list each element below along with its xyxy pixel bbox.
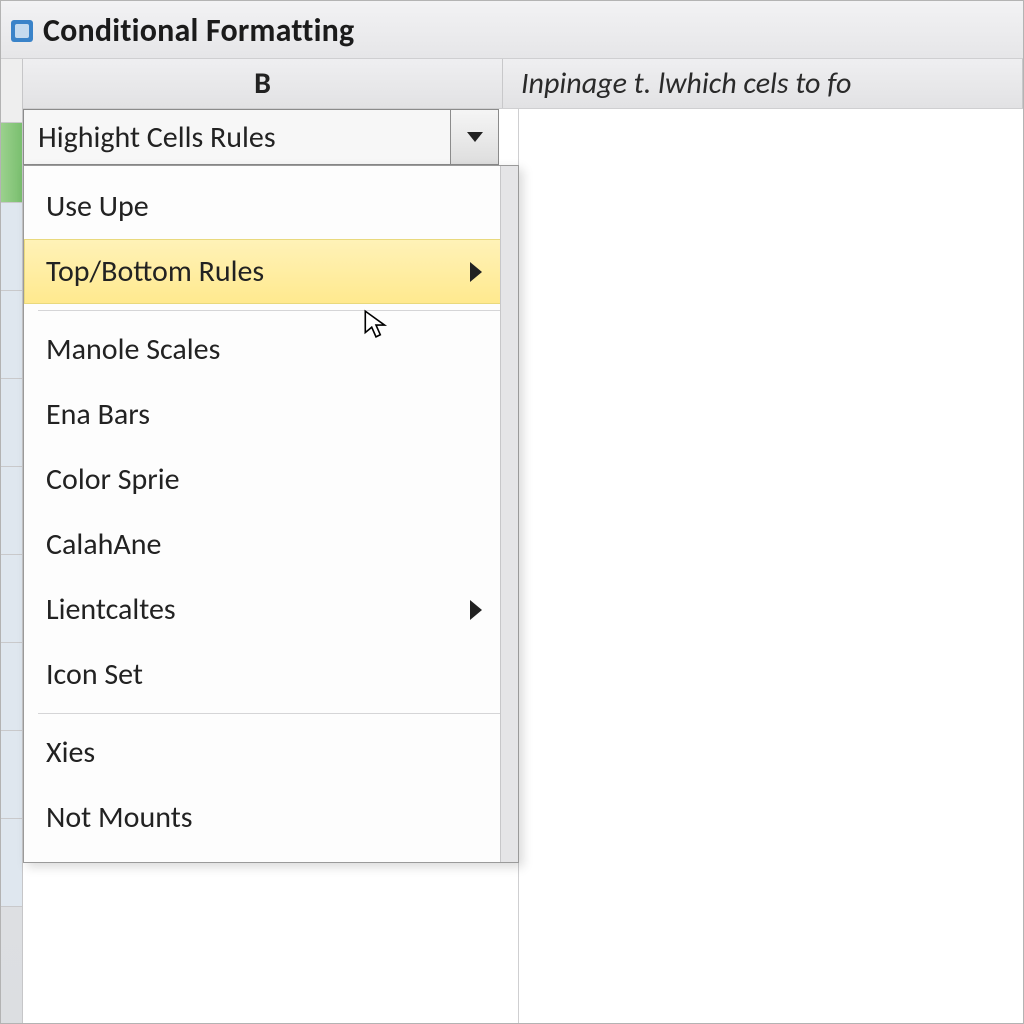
menu-item-label: Top/Bottom Rules [46, 253, 264, 290]
menu-item-label: Ena Bars [46, 396, 150, 433]
menu-item[interactable]: Ena Bars [24, 382, 518, 447]
menu-item[interactable]: Manole Scales [24, 317, 518, 382]
sheet-area: B Inpinage t. lwhich cels to fo Highight… [23, 59, 1023, 1023]
row-header[interactable] [1, 59, 22, 123]
menu-separator [38, 310, 504, 311]
app-window: Conditional Formatting B Inpinage t. lwh… [0, 0, 1024, 1024]
dropdown-scrollbar[interactable] [500, 166, 518, 862]
row-header[interactable] [1, 291, 22, 379]
menu-item-label: Use Upe [46, 188, 149, 225]
row-header[interactable] [1, 731, 22, 819]
row-header[interactable] [1, 379, 22, 467]
menu-item-label: Icon Set [46, 656, 143, 693]
row-header[interactable] [1, 643, 22, 731]
rule-type-combobox[interactable]: Highight Cells Rules [23, 109, 499, 165]
combobox-value: Highight Cells Rules [24, 115, 450, 160]
menu-item[interactable]: Lientcaltes [24, 577, 518, 642]
title-bar: Conditional Formatting [1, 1, 1023, 59]
submenu-arrow-icon [470, 262, 482, 282]
rule-type-dropdown: Use Upe Top/Bottom Rules Manole Scales Ena … [23, 165, 519, 863]
menu-item[interactable]: Use Upe [24, 174, 518, 239]
menu-item-label: Xies [46, 734, 95, 771]
row-header[interactable] [1, 467, 22, 555]
row-header[interactable] [1, 203, 22, 291]
submenu-arrow-icon [470, 600, 482, 620]
combobox-dropdown-button[interactable] [450, 110, 498, 164]
menu-item[interactable]: Color Sprie [24, 447, 518, 512]
menu-item-label: CalahAne [46, 526, 161, 563]
menu-item[interactable]: Xies [24, 720, 518, 785]
workspace: B Inpinage t. lwhich cels to fo Highight… [1, 59, 1023, 1023]
row-headers-strip [1, 59, 23, 1023]
menu-item[interactable]: CalahAne [24, 512, 518, 577]
window-title: Conditional Formatting [43, 11, 354, 50]
app-icon [11, 20, 33, 42]
menu-item-label: Lientcaltes [46, 591, 176, 628]
menu-item[interactable]: Icon Set [24, 642, 518, 707]
menu-item-label: Not Mounts [46, 799, 193, 836]
row-header-selected[interactable] [1, 123, 22, 203]
hint-text: Inpinage t. lwhich cels to fo [503, 59, 1023, 108]
menu-separator [38, 713, 504, 714]
content-pane [518, 109, 1023, 1023]
column-header-b[interactable]: B [23, 59, 503, 108]
menu-item[interactable]: Top/Bottom Rules [24, 239, 518, 304]
menu-item-label: Manole Scales [46, 331, 220, 368]
column-header-row: B Inpinage t. lwhich cels to fo [23, 59, 1023, 109]
row-header[interactable] [1, 555, 22, 643]
menu-item[interactable]: Not Mounts [24, 785, 518, 850]
menu-item-label: Color Sprie [46, 461, 180, 498]
chevron-down-icon [467, 132, 483, 142]
row-header[interactable] [1, 819, 22, 907]
